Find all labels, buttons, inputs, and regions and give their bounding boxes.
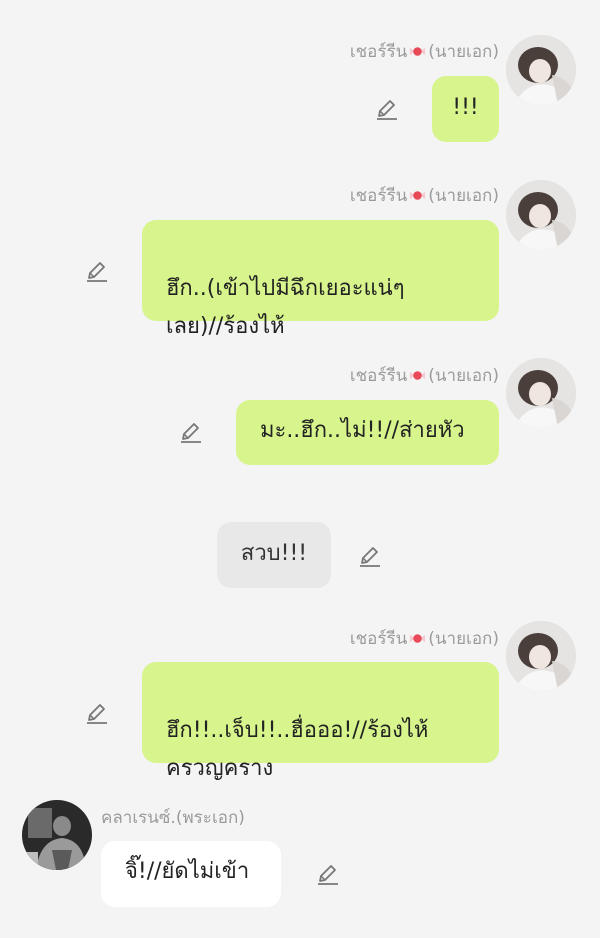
message-bubble[interactable]: ฮึก!!..เจ็บ!!..ฮื่อออ!//ร้องไห้ ครวญคราง [142, 662, 499, 781]
sender-name: เชอร์รีน (นายเอก) [350, 625, 499, 652]
sender-name-text: เชอร์รีน [349, 366, 408, 386]
message-text: มะ..ฮึก..ไม่!!//ส่ายหัว [260, 418, 465, 443]
message-text: ฮึก..(เข้าไปมีฉึกเยอะแน่ๆ เลย)//ร้องไห้ [166, 276, 405, 339]
sender-role-text: (นายเอก) [428, 366, 499, 386]
message-text: !!! [452, 95, 479, 120]
avatar-photo [506, 358, 576, 428]
avatar-photo [22, 800, 92, 870]
candy-icon [410, 371, 426, 380]
message-text: จิ๊!//ยัดไม่เข้า [125, 859, 250, 884]
edit-pencil-icon[interactable] [356, 543, 382, 569]
candy-icon [410, 191, 426, 200]
avatar-photo [506, 35, 576, 105]
message-bubble[interactable]: มะ..ฮึก..ไม่!!//ส่ายหัว [236, 400, 499, 465]
sender-name: คลาเรนซ์.(พระเอก) [101, 804, 245, 831]
sender-name-text: เชอร์รีน [349, 186, 408, 206]
sender-role-text: (นายเอก) [428, 629, 499, 649]
message-bubble[interactable]: ฮึก..(เข้าไปมีฉึกเยอะแน่ๆ เลย)//ร้องไห้ [142, 220, 499, 339]
narration-text: สวบ!!! [240, 541, 308, 566]
sender-name: เชอร์รีน (นายเอก) [350, 182, 499, 209]
avatar[interactable] [22, 800, 92, 870]
message-bubble[interactable]: !!! [432, 76, 499, 142]
avatar[interactable] [506, 180, 576, 250]
edit-pencil-icon[interactable] [83, 700, 109, 726]
candy-icon [410, 47, 426, 56]
edit-pencil-icon[interactable] [373, 96, 399, 122]
sender-role-text: (นายเอก) [428, 42, 499, 62]
avatar[interactable] [506, 358, 576, 428]
sender-name-text: เชอร์รีน [349, 42, 408, 62]
sender-name: เชอร์รีน (นายเอก) [350, 362, 499, 389]
avatar[interactable] [506, 621, 576, 691]
sender-name: เชอร์รีน (นายเอก) [350, 38, 499, 65]
message-text: ฮึก!!..เจ็บ!!..ฮื่อออ!//ร้องไห้ ครวญคราง [166, 718, 429, 781]
message-bubble[interactable]: จิ๊!//ยัดไม่เข้า [101, 841, 281, 907]
sender-name-text: เชอร์รีน [349, 629, 408, 649]
avatar-photo [506, 180, 576, 250]
avatar[interactable] [506, 35, 576, 105]
sender-role-text: (นายเอก) [428, 186, 499, 206]
narration-bubble[interactable]: สวบ!!! [217, 522, 331, 588]
edit-pencil-icon[interactable] [177, 419, 203, 445]
candy-icon [410, 634, 426, 643]
sender-name-text: คลาเรนซ์.(พระเอก) [101, 808, 245, 828]
edit-pencil-icon[interactable] [314, 861, 340, 887]
avatar-photo [506, 621, 576, 691]
edit-pencil-icon[interactable] [83, 258, 109, 284]
